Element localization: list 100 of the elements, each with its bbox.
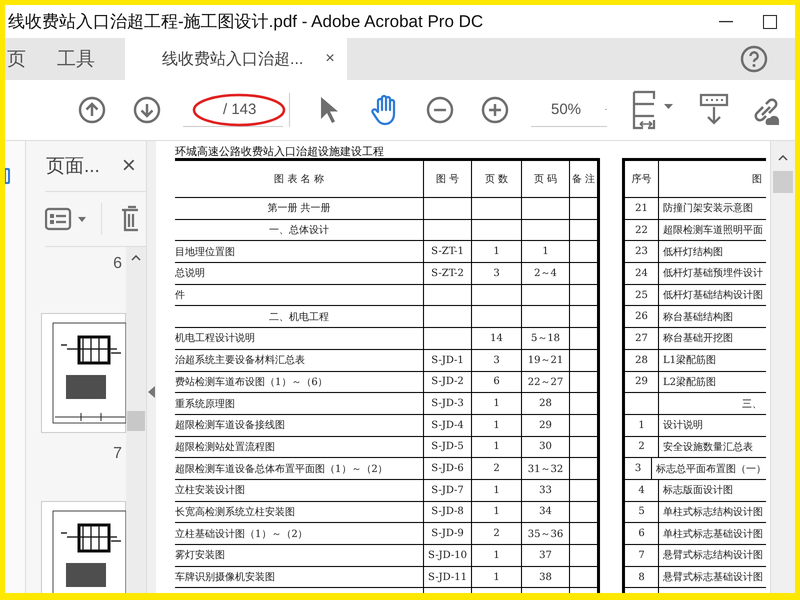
table-cell-text: 单柱式标志结构设计图 — [662, 506, 764, 520]
section-heading: 第一册 共一册 — [175, 198, 424, 219]
table-cell: 超限检测车道设备总体布置平面图（1）～（2） — [175, 458, 424, 479]
table-cell: S-JD-2 — [424, 372, 472, 392]
table-cell: S-JD-5 — [424, 436, 472, 458]
table-cell: 3 — [472, 263, 522, 284]
table-cell-text: 防撞门架安装示意图 — [662, 202, 754, 216]
page-thumbnail[interactable] — [41, 313, 126, 433]
table-cell: 23 — [625, 241, 659, 262]
tab[interactable]: 工具 — [42, 38, 110, 80]
table-cell: 22 — [625, 220, 659, 240]
table-cell: 1 — [472, 545, 522, 566]
help-icon[interactable] — [740, 45, 768, 73]
table-cell: 立柱基础设计图（1）～（2） — [175, 523, 424, 544]
table-cell: 34 — [522, 502, 570, 522]
table-cell: S-JD-4 — [424, 414, 472, 436]
cursor-icon[interactable] — [318, 95, 340, 125]
keyboard-download-icon[interactable] — [699, 93, 729, 127]
tab[interactable]: 页 — [5, 38, 42, 80]
table-cell: 立柱安装设计图 — [175, 480, 424, 501]
table-cell-text: 设计说明 — [662, 418, 704, 434]
table-cell: 29 — [625, 372, 659, 392]
scrollbar-thumb[interactable] — [127, 411, 145, 431]
table-cell: 总说明 — [175, 263, 424, 284]
table-cell: 28 — [522, 393, 570, 414]
table-cell: 2 — [625, 436, 659, 458]
table-cell: 1 — [472, 566, 522, 588]
page-number: 7 — [113, 445, 122, 463]
table-cell: 1 — [522, 241, 570, 262]
table-cell: 7 — [625, 545, 659, 566]
table-cell: 26 — [625, 306, 659, 328]
table-cell-text: 悬臂式标志基础设计图 — [662, 570, 764, 586]
next-page-icon[interactable] — [133, 96, 161, 124]
column-header: 图 号 — [424, 161, 472, 197]
page-thumbnails-icon[interactable] — [5, 168, 11, 184]
table-cell: 重系统原理图 — [175, 393, 424, 414]
close-button[interactable]: × — [122, 152, 136, 180]
zoom-dropdown[interactable]: 50% — [531, 93, 607, 127]
minimize-icon[interactable] — [719, 20, 733, 22]
page-fit-icon[interactable] — [631, 90, 675, 130]
table-cell-text: 低杆灯基础结构设计图 — [662, 288, 764, 304]
table-cell: S-JD-7 — [424, 480, 472, 501]
table-cell: 5 — [625, 502, 659, 522]
table-cell: 1 — [472, 241, 522, 262]
table-cell: 31～32 — [522, 458, 570, 479]
table-cell: 35～36 — [522, 523, 570, 544]
table-cell: 件 — [175, 284, 424, 306]
table-cell: S-ZT-2 — [424, 263, 472, 284]
scroll-up-icon[interactable] — [131, 255, 141, 261]
table-cell: 2 — [472, 458, 522, 479]
maximize-icon[interactable] — [763, 14, 777, 28]
table-cell: 1 — [472, 436, 522, 458]
table-cell: 雾灯安装图 — [175, 545, 424, 566]
table-cell: 超限检测站处置流程图 — [175, 436, 424, 458]
trash-icon[interactable] — [122, 205, 138, 233]
table-cell: 目地理位置图 — [175, 241, 424, 262]
table-cell: 1 — [472, 393, 522, 414]
table-cell: 超限检测车道设备接线图 — [175, 414, 424, 436]
table-cell: 1 — [472, 480, 522, 501]
zoom-in-icon[interactable] — [481, 96, 509, 124]
table-cell: 19～21 — [522, 350, 570, 370]
previous-page-icon[interactable] — [78, 96, 106, 124]
document-heading: 环城高速公路收费站入口治超设施建设工程 — [175, 144, 385, 158]
table-cell: 5～18 — [522, 328, 570, 349]
scrollbar-thumb[interactable] — [773, 171, 793, 193]
table-cell-text: 称台基础开挖图 — [662, 332, 734, 346]
table-cell-text: 安全设施数量汇总表 — [662, 440, 754, 455]
table-cell: S-JD-11 — [424, 566, 472, 588]
window-title: 线收费站入口治超工程-施工图设计.pdf - Adobe Acrobat Pro DC — [8, 11, 484, 33]
zoom-out-icon[interactable] — [426, 96, 454, 124]
table-cell: 37 — [522, 545, 570, 566]
table-cell-text: L1梁配筋图 — [662, 354, 718, 368]
column-header: 备 注 — [570, 172, 596, 187]
table-cell-text: 悬臂式标志结构设计图 — [662, 548, 764, 564]
table-cell: 21 — [625, 198, 659, 219]
table-cell: 3 — [625, 458, 652, 479]
table-cell: 长宽高检测系统立柱安装图 — [175, 502, 424, 522]
section-heading: 二、机电工程 — [175, 306, 424, 328]
table-cell: S-JD-6 — [424, 458, 472, 479]
table-cell: S-JD-3 — [424, 393, 472, 414]
table-cell: 22～27 — [522, 372, 570, 392]
page-count: / 143 — [223, 101, 256, 118]
page-thumbnail[interactable] — [41, 501, 126, 593]
table-cell-text: 低杆灯基础预埋件设计 — [662, 266, 764, 282]
table-cell-text: 称台基础结构图 — [662, 310, 734, 325]
scroll-up-icon[interactable] — [778, 155, 788, 161]
table-cell: 8 — [625, 566, 659, 588]
table-cell: 1 — [625, 414, 659, 436]
table-cell: 6 — [625, 523, 659, 544]
tab[interactable]: 线收费站入口治超... × — [125, 38, 347, 80]
table-cell: 25 — [625, 284, 659, 306]
table-cell: 38 — [522, 566, 570, 588]
table-cell-text: L2梁配筋图 — [662, 376, 718, 390]
section-heading: 三、 — [741, 398, 763, 412]
table-cell: 6 — [472, 372, 522, 392]
table-cell: 30 — [522, 436, 570, 458]
table-cell: 1 — [472, 414, 522, 436]
section-heading: 一、总体设计 — [175, 220, 424, 240]
table-cell-text: 标志总平面布置图（一） — [655, 462, 766, 477]
table-cell-text: 低杆灯结构图 — [662, 246, 724, 260]
